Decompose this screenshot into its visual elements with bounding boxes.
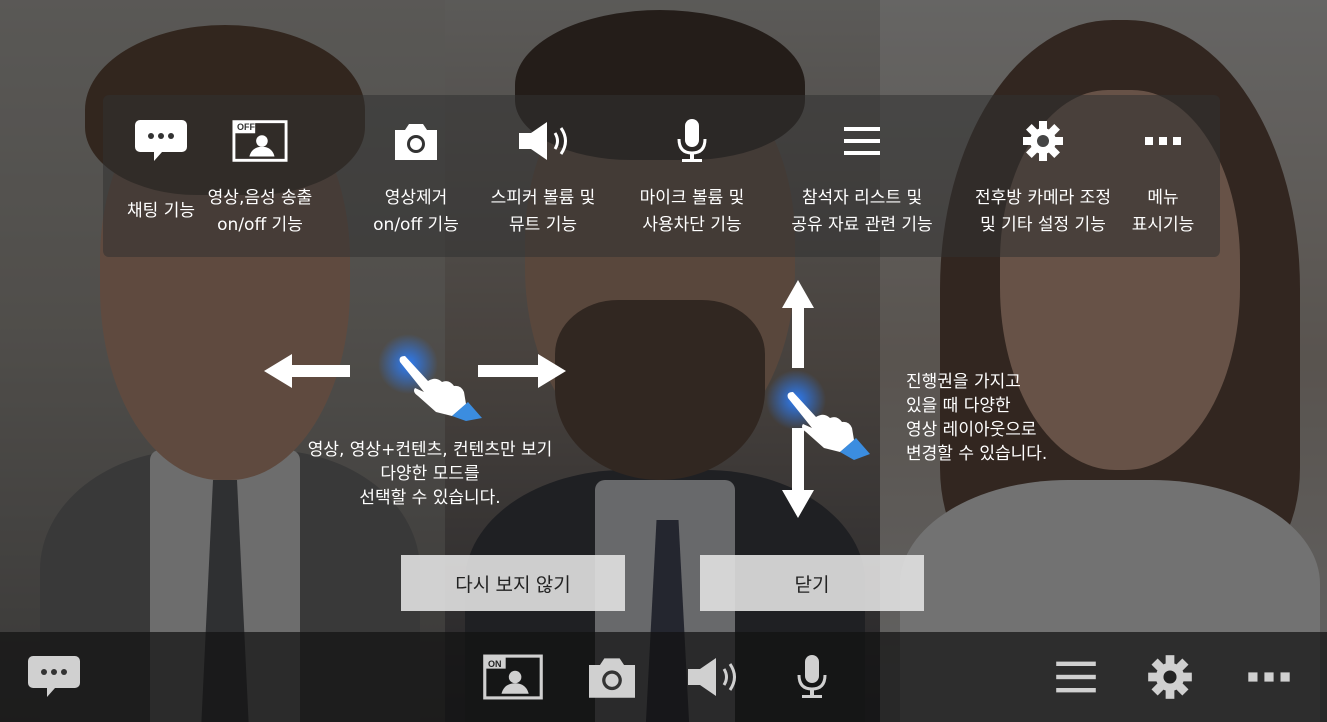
- guide-label-video-toggle: 영상,음성 송출 on/off 기능: [207, 188, 313, 235]
- toolbar-video-button[interactable]: ON: [480, 632, 546, 722]
- guide-label-attendee-list: 참석자 리스트 및 공유 자료 관련 기능: [791, 188, 933, 235]
- speaker-icon: [688, 658, 736, 696]
- chat-icon: [133, 117, 189, 165]
- close-button[interactable]: 닫기: [700, 555, 924, 611]
- camera-icon: [589, 658, 635, 698]
- swipe-vertical-hint: 진행권을 가지고 있을 때 다양한 영상 레이아웃으로 변경할 수 있습니다.: [906, 372, 1048, 464]
- video-on-icon: ON: [482, 654, 544, 700]
- camera-icon: [388, 117, 444, 165]
- guide-label-speaker: 스피커 볼륨 및 뮤트 기능: [490, 188, 596, 235]
- chat-icon: [28, 656, 80, 697]
- toolbar-chat-button[interactable]: [24, 632, 84, 722]
- bottom-toolbar: ON: [0, 632, 1327, 722]
- gear-icon: [1148, 655, 1192, 699]
- guide-item-microphone: 마이크 볼륨 및 사용차단 기능: [617, 95, 767, 257]
- menu-list-icon: [1056, 661, 1096, 693]
- guide-item-video-toggle: OFF 영상,음성 송출 on/off 기능: [185, 95, 335, 257]
- microphone-icon: [797, 655, 827, 698]
- gear-icon: [1015, 117, 1071, 165]
- guide-label-more: 메뉴 표시기능: [1131, 188, 1195, 235]
- microphone-icon: [664, 117, 720, 165]
- video-off-icon: OFF: [232, 117, 288, 165]
- toolbar-camera-button[interactable]: [582, 632, 642, 722]
- dont-show-again-button[interactable]: 다시 보지 않기: [401, 555, 625, 611]
- toolbar-microphone-button[interactable]: [792, 632, 832, 722]
- guide-label-microphone: 마이크 볼륨 및 사용차단 기능: [639, 188, 745, 235]
- toolbar-more-button[interactable]: [1244, 632, 1294, 722]
- toolbar-speaker-button[interactable]: [682, 632, 742, 722]
- more-icon: [1248, 672, 1290, 682]
- guide-item-more: 메뉴 표시기능: [1088, 95, 1238, 257]
- guide-item-speaker: 스피커 볼륨 및 뮤트 기능: [468, 95, 618, 257]
- speaker-icon: [515, 117, 571, 165]
- function-guide-bar: 채팅 기능 OFF 영상,음성 송출 on/off 기능 영상제거 on/off 기…: [103, 95, 1220, 257]
- menu-list-icon: [834, 117, 890, 165]
- toolbar-attendee-list-button[interactable]: [1048, 632, 1104, 722]
- more-icon: [1135, 117, 1191, 165]
- swipe-vertical-hand-icon: [766, 370, 870, 460]
- toolbar-settings-button[interactable]: [1142, 632, 1198, 722]
- guide-item-attendee-list: 참석자 리스트 및 공유 자료 관련 기능: [787, 95, 937, 257]
- swipe-hand-icon: [378, 334, 482, 421]
- video-off-badge: OFF: [237, 122, 255, 132]
- swipe-horizontal-hint: 영상, 영상+컨텐츠, 컨텐츠만 보기 다양한 모드를 선택할 수 있습니다.: [307, 440, 553, 508]
